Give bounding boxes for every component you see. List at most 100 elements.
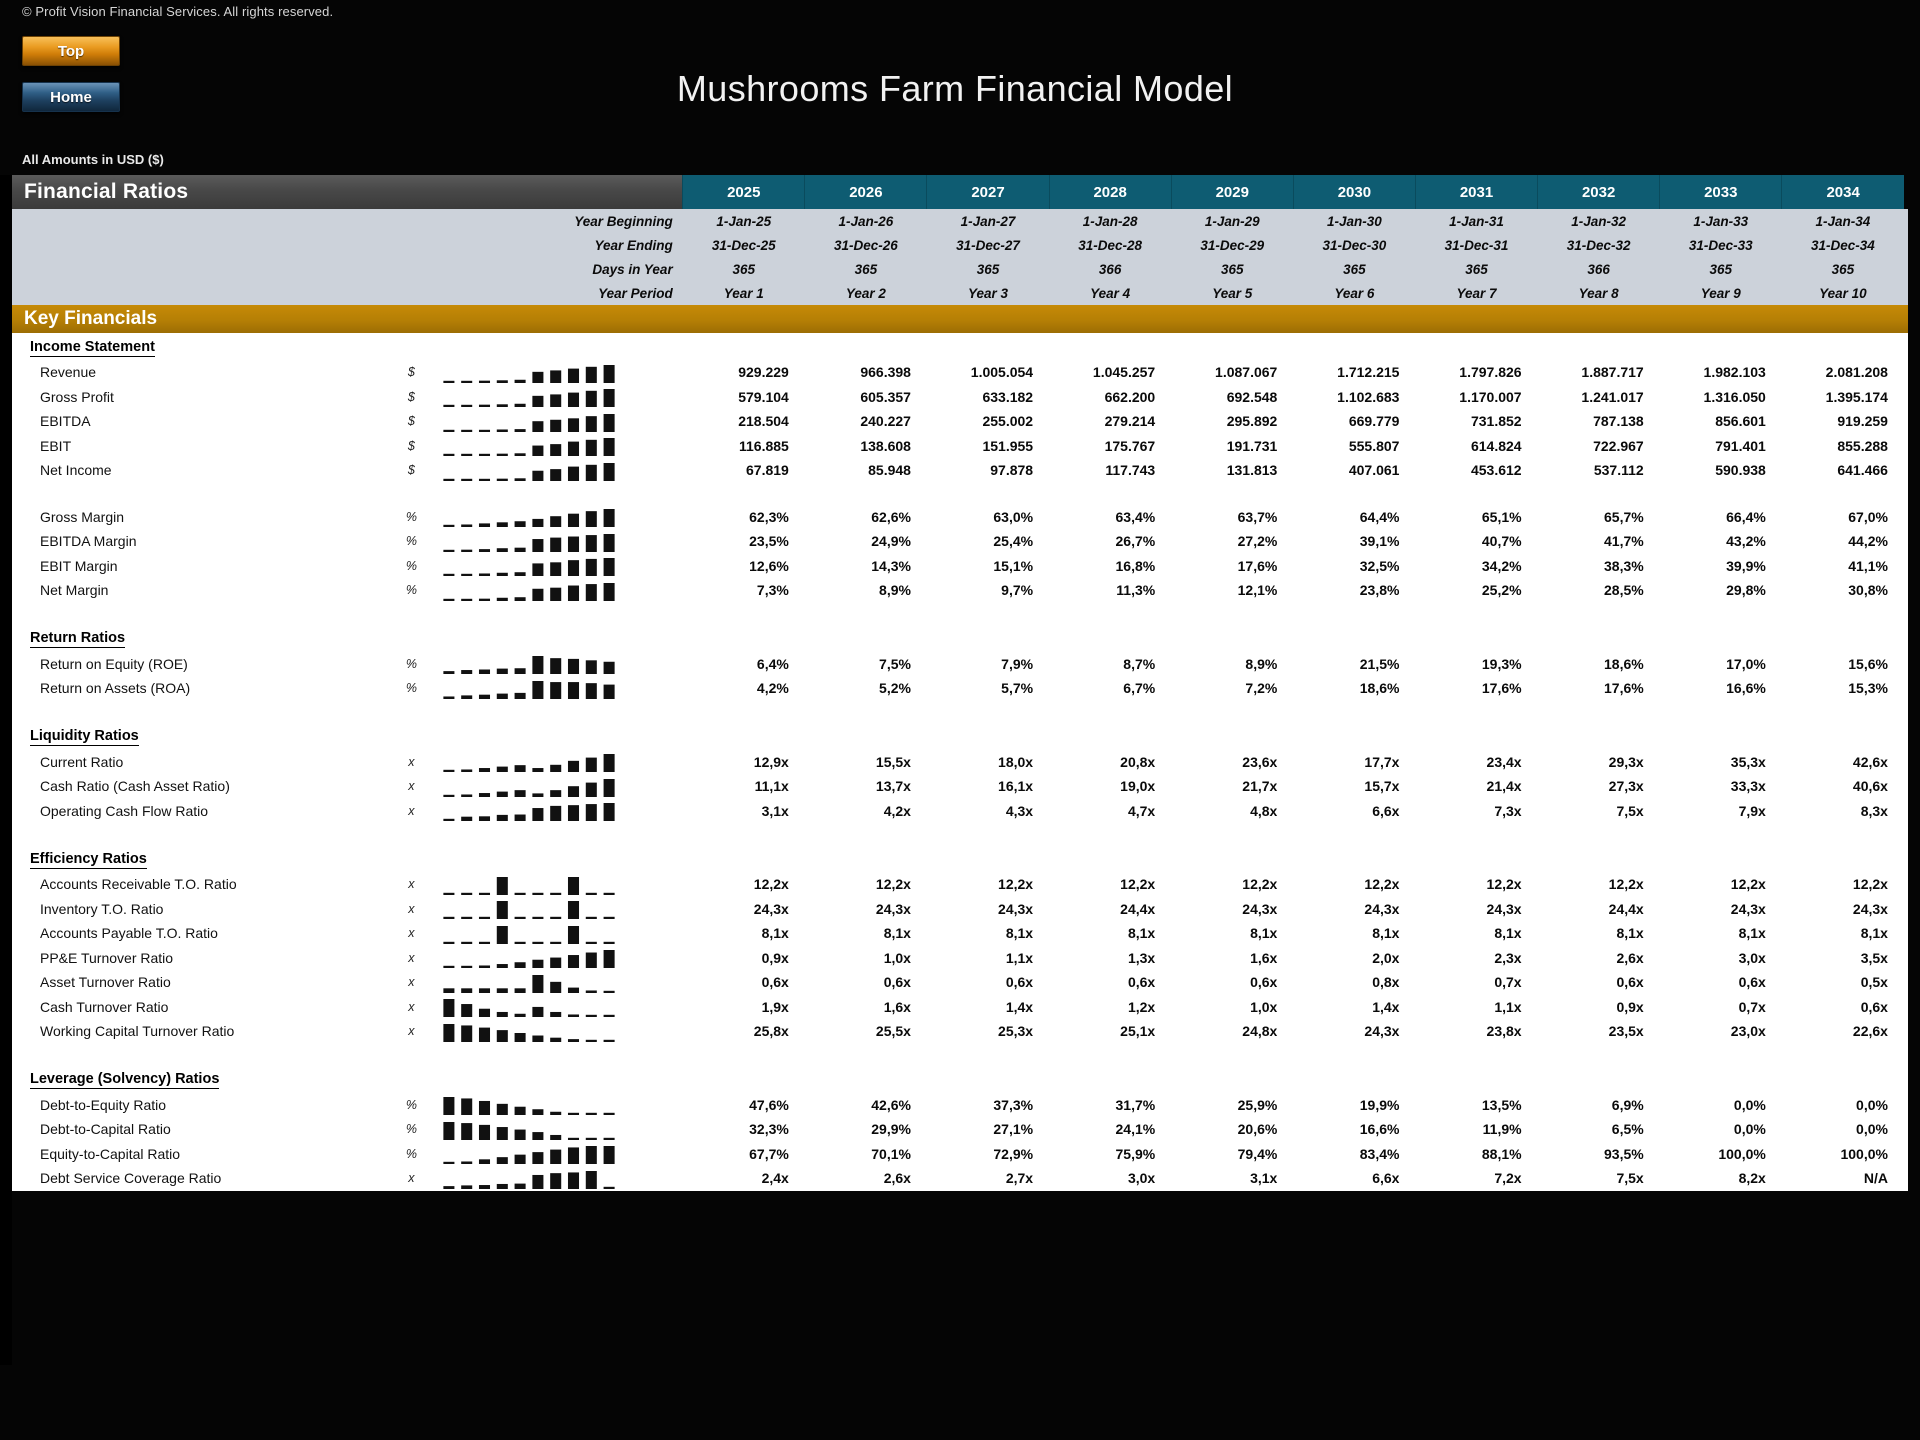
sheet-left-gutter [0, 175, 12, 1365]
key-financials-band: Key Financials [12, 305, 1908, 333]
sparkline [440, 435, 618, 456]
meta-value-2-4: 365 [1171, 257, 1293, 281]
spacer-cell [12, 701, 1908, 723]
cell-value: 32,3% [683, 1117, 805, 1142]
row-sparkline-cell [432, 946, 682, 971]
cell-value: 929.229 [683, 360, 805, 385]
row-sparkline-cell [432, 1117, 682, 1142]
row-label: Cash Ratio (Cash Asset Ratio) [12, 774, 390, 799]
group-blank-2 [927, 723, 1049, 750]
cell-value: 39,9% [1660, 554, 1782, 579]
row-label: Current Ratio [12, 750, 390, 775]
cell-value: 240.227 [805, 409, 927, 434]
cell-value: 1.102.683 [1293, 385, 1415, 410]
sparkline [440, 972, 618, 993]
cell-value: 25,4% [927, 529, 1049, 554]
row-unit: % [390, 578, 432, 603]
row-sparkline-cell [432, 897, 682, 922]
cell-value: 19,0x [1049, 774, 1171, 799]
cell-value: 787.138 [1538, 409, 1660, 434]
cell-value: 97.878 [927, 458, 1049, 483]
cell-value: 2,7x [927, 1166, 1049, 1191]
table-row: Working Capital Turnover Ratiox25,8x25,5… [12, 1019, 1908, 1044]
group-header-row: Efficiency Ratios [12, 845, 1908, 872]
row-pad [1904, 921, 1908, 946]
cell-value: 1,9x [683, 995, 805, 1020]
meta-value-1-0: 31-Dec-25 [683, 233, 805, 257]
cell-value: 555.807 [1293, 434, 1415, 459]
table-row: EBIT$116.885138.608151.955175.767191.731… [12, 434, 1908, 459]
row-label: Gross Margin [12, 505, 390, 530]
cell-value: 100,0% [1782, 1142, 1904, 1167]
group-blank-6 [1415, 845, 1537, 872]
group-title-text: Income Statement [30, 339, 155, 357]
sparkline [440, 1094, 618, 1115]
page-title-text: Mushrooms Farm Financial Model [677, 68, 1233, 109]
meta-value-2-0: 365 [683, 257, 805, 281]
cell-value: 85.948 [805, 458, 927, 483]
band-cell-2 [927, 305, 1049, 333]
row-label: Cash Turnover Ratio [12, 995, 390, 1020]
meta-label-2: Days in Year [12, 257, 683, 281]
cell-value: 3,1x [683, 799, 805, 824]
group-title-text: Liquidity Ratios [30, 728, 139, 746]
row-pad [1904, 257, 1908, 281]
year-header-2032: 2032 [1538, 175, 1660, 209]
cell-value: 0,9x [683, 946, 805, 971]
cell-value: 18,6% [1293, 676, 1415, 701]
cell-value: 17,6% [1171, 554, 1293, 579]
row-sparkline-cell [432, 385, 682, 410]
cell-value: 151.955 [927, 434, 1049, 459]
group-title-4: Efficiency Ratios [12, 845, 683, 872]
cell-value: 27,3x [1538, 774, 1660, 799]
cell-value: 8,3x [1782, 799, 1904, 824]
row-sparkline-cell [432, 774, 682, 799]
cell-value: 12,2x [927, 872, 1049, 897]
row-pad [1904, 209, 1908, 233]
cell-value: 47,6% [683, 1093, 805, 1118]
band-cell-9 [1782, 305, 1904, 333]
cell-value: 70,1% [805, 1142, 927, 1167]
cell-value: 16,8% [1049, 554, 1171, 579]
cell-value: 117.743 [1049, 458, 1171, 483]
cell-value: 8,1x [1415, 921, 1537, 946]
sparkline [440, 653, 618, 674]
top-nav-button[interactable]: Top [22, 36, 120, 66]
cell-value: 24,3x [805, 897, 927, 922]
sparkline [440, 1119, 618, 1140]
row-pad [1904, 1117, 1908, 1142]
sparkline [440, 898, 618, 919]
row-label: Working Capital Turnover Ratio [12, 1019, 390, 1044]
meta-label-1: Year Ending [12, 233, 683, 257]
cell-value: 83,4% [1293, 1142, 1415, 1167]
cell-value: 67,0% [1782, 505, 1904, 530]
row-unit: x [390, 1019, 432, 1044]
row-pad [1904, 281, 1908, 305]
table-row: EBIT Margin%12,6%14,3%15,1%16,8%17,6%32,… [12, 554, 1908, 579]
cell-value: 2,3x [1415, 946, 1537, 971]
row-unit: x [390, 921, 432, 946]
cell-value: 29,8% [1660, 578, 1782, 603]
year-header-2029: 2029 [1171, 175, 1293, 209]
group-blank-1 [805, 723, 927, 750]
row-label: EBITDA [12, 409, 390, 434]
cell-value: 791.401 [1660, 434, 1782, 459]
cell-value: 7,5x [1538, 799, 1660, 824]
row-label: Equity-to-Capital Ratio [12, 1142, 390, 1167]
meta-row: Year Ending31-Dec-2531-Dec-2631-Dec-2731… [12, 233, 1908, 257]
cell-value: 175.767 [1049, 434, 1171, 459]
cell-value: N/A [1782, 1166, 1904, 1191]
group-blank-7 [1538, 1066, 1660, 1093]
group-blank-5 [1293, 333, 1415, 360]
cell-value: 0,8x [1293, 970, 1415, 995]
table-row: Operating Cash Flow Ratiox3,1x4,2x4,3x4,… [12, 799, 1908, 824]
table-row: Gross Profit$579.104605.357633.182662.20… [12, 385, 1908, 410]
row-label: EBIT Margin [12, 554, 390, 579]
sparkline [440, 800, 618, 821]
cell-value: 1.982.103 [1660, 360, 1782, 385]
cell-value: 25,3x [927, 1019, 1049, 1044]
row-label: Revenue [12, 360, 390, 385]
cell-value: 1.170.007 [1415, 385, 1537, 410]
cell-value: 19,3% [1415, 652, 1537, 677]
meta-value-1-4: 31-Dec-29 [1171, 233, 1293, 257]
